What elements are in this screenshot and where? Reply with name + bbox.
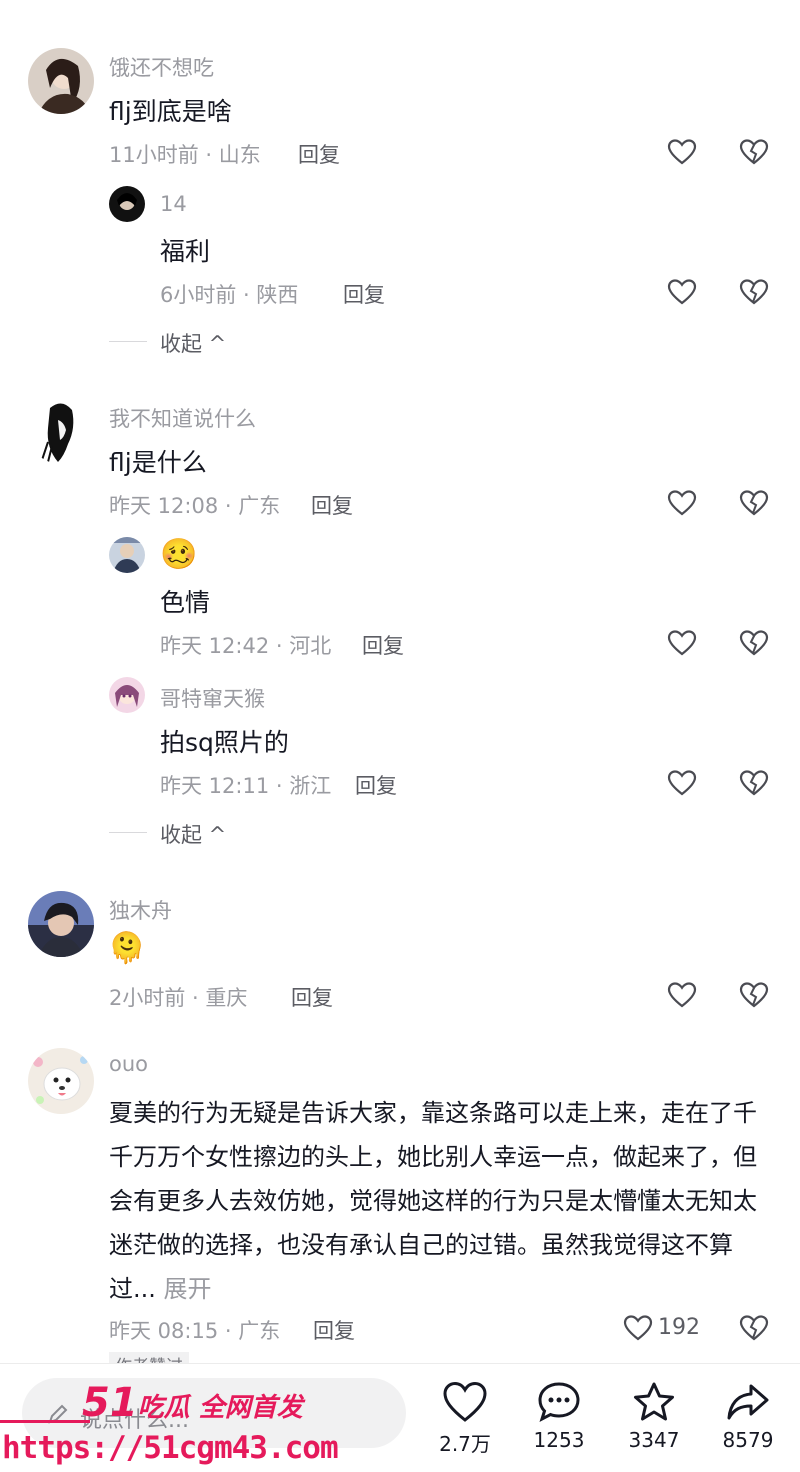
dislike-icon[interactable] — [739, 629, 769, 657]
reply-text: 福利 — [160, 237, 211, 266]
avatar[interactable] — [28, 398, 94, 464]
dislike-icon[interactable] — [739, 138, 769, 166]
reply-button[interactable]: 回复 — [343, 279, 385, 309]
reply-button[interactable]: 回复 — [291, 982, 333, 1012]
reply-button[interactable]: 回复 — [313, 1315, 355, 1345]
dislike-icon[interactable] — [739, 278, 769, 306]
dislike-icon[interactable] — [739, 1314, 769, 1342]
comment-meta: 昨天 08:15 · 广东 — [109, 1319, 281, 1343]
reply-text: 色情 — [160, 588, 211, 617]
heart-icon[interactable] — [442, 1380, 488, 1424]
share-count: 8579 — [722, 1428, 774, 1452]
heart-icon[interactable] — [667, 981, 697, 1009]
expand-button[interactable]: 展开 — [164, 1275, 212, 1303]
avatar[interactable] — [109, 537, 145, 573]
divider — [109, 341, 147, 342]
heart-icon[interactable] — [623, 1314, 653, 1342]
star-icon[interactable] — [631, 1380, 677, 1424]
avatar[interactable] — [109, 677, 145, 713]
avatar[interactable] — [28, 48, 94, 114]
avatar[interactable] — [28, 891, 94, 957]
heart-icon[interactable] — [667, 278, 697, 306]
heart-icon[interactable] — [667, 138, 697, 166]
comment-meta: 2小时前 · 重庆 — [109, 986, 248, 1010]
reply-username[interactable]: 🥴 — [160, 538, 197, 572]
comment-text: flj是什么 — [109, 448, 207, 477]
reply-button[interactable]: 回复 — [355, 770, 397, 800]
reply-username[interactable]: 14 — [160, 192, 187, 216]
share-icon[interactable] — [725, 1380, 771, 1424]
comment-body: 夏美的行为无疑是告诉大家，靠这条路可以走上来，走在了千千万万个女性擦边的头上，她… — [109, 1099, 757, 1303]
reply-meta: 昨天 12:11 · 浙江 — [160, 774, 332, 798]
reply-meta: 昨天 12:42 · 河北 — [160, 634, 332, 658]
reply-button[interactable]: 回复 — [362, 630, 404, 660]
comment-icon[interactable] — [536, 1380, 582, 1424]
reply-button[interactable]: 回复 — [298, 139, 340, 169]
heart-icon[interactable] — [667, 629, 697, 657]
favorite-count: 3347 — [628, 1428, 680, 1452]
dislike-icon[interactable] — [739, 769, 769, 797]
comment-meta: 昨天 12:08 · 广东 — [109, 494, 281, 518]
comment-meta: 11小时前 · 山东 — [109, 143, 261, 167]
reply-username[interactable]: 哥特窜天猴 — [160, 683, 265, 713]
watermark-brand: 51吃瓜 全网首发 — [82, 1380, 303, 1426]
comment-username[interactable]: 我不知道说什么 — [109, 403, 256, 433]
collapse-replies-button[interactable]: 收起 ^ — [160, 328, 226, 358]
collapse-replies-button[interactable]: 收起 ^ — [160, 819, 226, 849]
comment-username[interactable]: ouo — [109, 1052, 148, 1076]
watermark-brand-number: 51 — [82, 1380, 138, 1426]
watermark-underline — [0, 1420, 90, 1423]
dislike-icon[interactable] — [739, 981, 769, 1009]
comment-text: flj到底是啥 — [109, 97, 232, 126]
heart-icon[interactable] — [667, 769, 697, 797]
comment-username[interactable]: 饿还不想吃 — [109, 52, 214, 82]
comment-username[interactable]: 独木舟 — [109, 895, 172, 925]
avatar[interactable] — [28, 1048, 94, 1114]
like-count: 192 — [658, 1315, 700, 1340]
comment-count: 1253 — [533, 1428, 585, 1452]
watermark-brand-text: 吃瓜 全网首发 — [137, 1393, 303, 1423]
heart-icon[interactable] — [667, 489, 697, 517]
like-count: 2.7万 — [439, 1432, 491, 1456]
avatar[interactable] — [109, 186, 145, 222]
watermark-url: https://51cgm43.com — [2, 1430, 339, 1466]
reply-button[interactable]: 回复 — [311, 490, 353, 520]
comment-text: 🫠 — [108, 931, 146, 966]
dislike-icon[interactable] — [739, 489, 769, 517]
cutoff-top-text — [150, 0, 300, 2]
comment-text: 夏美的行为无疑是告诉大家，靠这条路可以走上来，走在了千千万万个女性擦边的头上，她… — [109, 1091, 769, 1311]
reply-text: 拍sq照片的 — [160, 728, 289, 757]
divider — [109, 832, 147, 833]
reply-meta: 6小时前 · 陕西 — [160, 283, 299, 307]
